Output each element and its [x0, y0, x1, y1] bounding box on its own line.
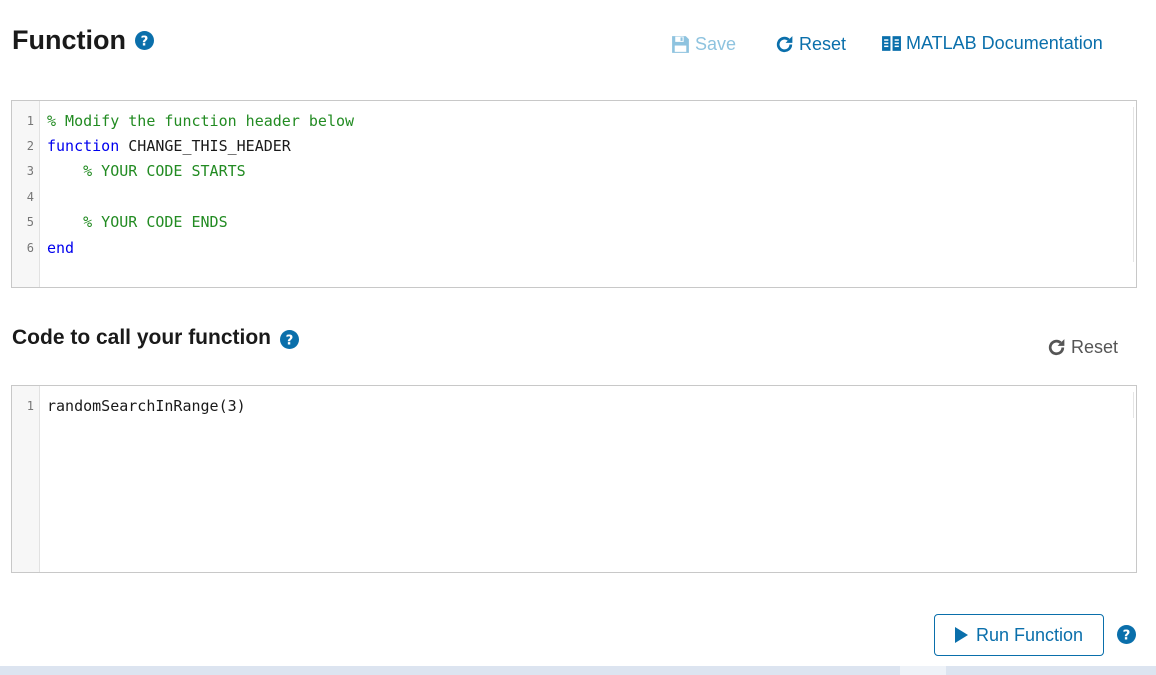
code-line[interactable]: 1 % Modify the function header below [12, 108, 1136, 133]
question-circle-icon[interactable]: ? [134, 31, 154, 50]
line-number: 6 [26, 240, 34, 255]
keyword-token: function [47, 137, 120, 156]
matlab-documentation-link[interactable]: MATLAB Documentation [881, 33, 1103, 54]
reset-icon [774, 34, 795, 55]
question-circle-icon[interactable]: ? [280, 329, 300, 349]
book-icon [881, 33, 902, 54]
plain-token: randomSearchInRange(3) [47, 396, 246, 415]
keyword-token: end [47, 238, 75, 257]
code-line[interactable]: 6 end [12, 235, 1136, 260]
code-line[interactable]: 1 randomSearchInRange(3) [12, 393, 1136, 418]
comment-token: % YOUR CODE STARTS [47, 162, 246, 181]
call-title: Code to call your function [12, 326, 272, 349]
bottom-scrollbar[interactable] [0, 666, 1156, 675]
comment-token: % Modify the function header below [47, 111, 355, 130]
line-number: 5 [26, 215, 34, 230]
code-text: randomSearchInRange(3) [40, 397, 246, 415]
code-lines: 1 randomSearchInRange(3) [12, 393, 1136, 418]
function-header: Function ? [12, 25, 154, 56]
identifier-token: CHANGE_THIS_HEADER [119, 137, 291, 156]
code-text: % YOUR CODE STARTS [40, 162, 246, 180]
line-number: 4 [26, 189, 34, 204]
run-function-label: Run Function [975, 624, 1084, 645]
code-text: % YOUR CODE ENDS [40, 213, 228, 231]
line-number: 1 [26, 113, 34, 128]
code-line[interactable]: 3 % YOUR CODE STARTS [12, 159, 1136, 184]
code-line[interactable]: 4 [12, 184, 1136, 209]
call-reset-label: Reset [1071, 337, 1119, 357]
comment-token: % YOUR CODE ENDS [47, 213, 228, 232]
code-lines: 1 % Modify the function header below 2 func… [12, 108, 1136, 260]
question-circle-icon[interactable]: ? [1117, 625, 1136, 644]
function-code-editor[interactable]: 1 % Modify the function header below 2 func… [11, 100, 1137, 288]
scrollbar-thumb[interactable] [900, 666, 946, 675]
svg-text:?: ? [286, 333, 294, 348]
svg-text:?: ? [1123, 628, 1131, 643]
reset-button[interactable]: Reset [774, 34, 846, 55]
line-number: 1 [26, 398, 34, 413]
call-code-editor[interactable]: 1 randomSearchInRange(3) [11, 385, 1137, 573]
save-button[interactable]: Save [670, 34, 736, 55]
floppy-disk-icon [670, 34, 691, 55]
reset-label: Reset [799, 34, 847, 54]
code-text: function CHANGE_THIS_HEADER [40, 137, 291, 155]
call-reset-button[interactable]: Reset [1046, 337, 1118, 358]
code-text: end [40, 239, 74, 257]
svg-text:?: ? [141, 34, 149, 49]
reset-icon [1046, 337, 1067, 358]
function-title: Function [12, 25, 126, 55]
documentation-label: MATLAB Documentation [906, 33, 1103, 53]
line-number: 2 [26, 139, 34, 154]
code-line[interactable]: 5 % YOUR CODE ENDS [12, 210, 1136, 235]
play-icon [954, 627, 968, 643]
line-number: 3 [26, 164, 34, 179]
save-label: Save [695, 34, 737, 54]
code-text: % Modify the function header below [40, 112, 354, 130]
call-header: Code to call your function ? [12, 326, 300, 350]
run-function-button[interactable]: Run Function [934, 614, 1104, 656]
code-line[interactable]: 2 function CHANGE_THIS_HEADER [12, 133, 1136, 158]
